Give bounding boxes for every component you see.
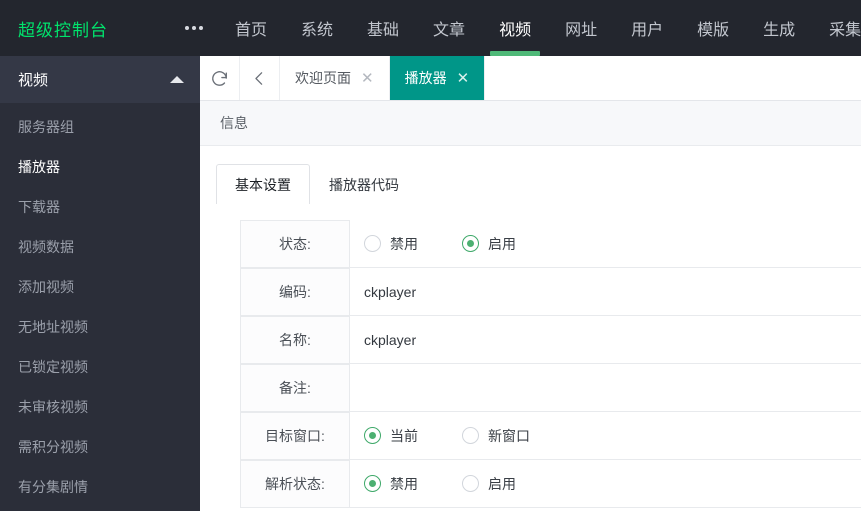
radio-icon — [462, 427, 479, 444]
radio-parse-enabled[interactable]: 启用 — [462, 474, 516, 494]
sidebar-item-episode-plot[interactable]: 有分集剧情 — [0, 467, 200, 507]
radio-group-target-window: 当前 新窗口 — [364, 426, 530, 446]
sidebar-item-unreviewed-video[interactable]: 未审核视频 — [0, 387, 200, 427]
form-value-parse-status: 禁用 启用 — [350, 460, 861, 507]
sidebar-item-add-video[interactable]: 添加视频 — [0, 267, 200, 307]
radio-label: 启用 — [488, 235, 516, 252]
tab-player-code[interactable]: 播放器代码 — [310, 164, 418, 204]
radio-icon — [364, 235, 381, 252]
page-tab-player[interactable]: 播放器 ✕ — [389, 56, 486, 100]
settings-tabs: 基本设置 播放器代码 — [216, 164, 861, 204]
page-tab-welcome[interactable]: 欢迎页面 ✕ — [280, 56, 390, 100]
form-value-target-window: 当前 新窗口 — [350, 412, 861, 459]
form-row-parse-status: 解析状态: 禁用 启用 — [240, 460, 861, 508]
sidebar: 视频 服务器组 播放器 下载器 视频数据 添加视频 无地址视频 已锁定视频 未审… — [0, 56, 200, 511]
form-row-name: 名称: ckplayer — [240, 316, 861, 364]
nav-item-home[interactable]: 首页 — [218, 0, 284, 56]
chevron-left-icon[interactable] — [240, 56, 280, 100]
player-settings-form: 状态: 禁用 启用 编码: ckplayer 名称: ckplayer 备注: … — [216, 220, 861, 508]
page-tab-label: 播放器 — [404, 70, 447, 86]
sidebar-menu: 服务器组 播放器 下载器 视频数据 添加视频 无地址视频 已锁定视频 未审核视频… — [0, 103, 200, 507]
sidebar-group-label: 视频 — [18, 72, 49, 89]
form-row-code: 编码: ckplayer — [240, 268, 861, 316]
radio-target-current[interactable]: 当前 — [364, 426, 418, 446]
caret-up-icon[interactable] — [170, 76, 184, 83]
form-label-parse-status: 解析状态: — [240, 460, 350, 507]
page-tab-label: 欢迎页面 — [295, 70, 351, 86]
radio-label: 新窗口 — [488, 427, 530, 444]
sidebar-item-locked-video[interactable]: 已锁定视频 — [0, 347, 200, 387]
app-logo[interactable]: 超级控制台 — [0, 0, 170, 56]
radio-label: 禁用 — [390, 235, 418, 252]
admin-console-window: 01 ckplayer ckplayer 启用 禁用 当前 — [0, 0, 861, 511]
radio-parse-disabled[interactable]: 禁用 — [364, 474, 418, 494]
nav-item-system[interactable]: 系统 — [284, 0, 350, 56]
radio-icon — [462, 475, 479, 492]
nav-item-collect[interactable]: 采集 — [812, 0, 861, 56]
nav-item-video[interactable]: 视频 — [482, 0, 548, 56]
form-label-status: 状态: — [240, 220, 350, 267]
sidebar-item-video-data[interactable]: 视频数据 — [0, 227, 200, 267]
radio-target-new-window[interactable]: 新窗口 — [462, 426, 530, 446]
form-row-status: 状态: 禁用 启用 — [240, 220, 861, 268]
nav-item-basic[interactable]: 基础 — [350, 0, 416, 56]
page-tab-strip: 欢迎页面 ✕ 播放器 ✕ — [200, 56, 861, 101]
content-body: 基本设置 播放器代码 状态: 禁用 启用 编码: ckplayer 名称: ck… — [200, 146, 861, 508]
nav-item-generate[interactable]: 生成 — [746, 0, 812, 56]
form-label-remark: 备注: — [240, 364, 350, 411]
radio-label: 当前 — [390, 427, 418, 444]
radio-icon — [462, 235, 479, 252]
breadcrumb: 信息 — [200, 101, 861, 146]
nav-item-user[interactable]: 用户 — [614, 0, 680, 56]
radio-label: 禁用 — [390, 475, 418, 492]
radio-status-disabled[interactable]: 禁用 — [364, 234, 418, 254]
form-value-status: 禁用 启用 — [350, 220, 861, 267]
radio-status-enabled[interactable]: 启用 — [462, 234, 516, 254]
radio-group-parse-status: 禁用 启用 — [364, 474, 516, 494]
radio-label: 启用 — [488, 475, 516, 492]
main-nav: 首页 系统 基础 文章 视频 网址 用户 模版 生成 采集 数 — [218, 0, 861, 56]
sidebar-group-video[interactable]: 视频 — [0, 56, 200, 103]
form-value-remark[interactable] — [350, 364, 861, 411]
radio-group-status: 禁用 启用 — [364, 234, 516, 254]
ellipsis-icon[interactable] — [170, 0, 218, 56]
ellipsis-dot — [192, 26, 196, 30]
nav-item-template[interactable]: 模版 — [680, 0, 746, 56]
nav-item-article[interactable]: 文章 — [416, 0, 482, 56]
content-pane: 欢迎页面 ✕ 播放器 ✕ 信息 基本设置 播放器代码 状态: 禁用 启用 编码:… — [200, 56, 861, 511]
tab-basic-settings[interactable]: 基本设置 — [216, 164, 310, 204]
form-value-name[interactable]: ckplayer — [350, 316, 861, 363]
form-row-remark: 备注: — [240, 364, 861, 412]
sidebar-item-server-group[interactable]: 服务器组 — [0, 107, 200, 147]
close-icon[interactable]: ✕ — [361, 71, 374, 86]
top-header: 超级控制台 首页 系统 基础 文章 视频 网址 用户 模版 生成 采集 数 — [0, 0, 861, 56]
form-value-code[interactable]: ckplayer — [350, 268, 861, 315]
refresh-icon[interactable] — [200, 56, 240, 100]
ellipsis-dot — [185, 26, 189, 30]
sidebar-item-player[interactable]: 播放器 — [0, 147, 200, 187]
radio-icon — [364, 427, 381, 444]
form-label-code: 编码: — [240, 268, 350, 315]
close-icon[interactable]: ✕ — [457, 71, 470, 86]
sidebar-item-points-video[interactable]: 需积分视频 — [0, 427, 200, 467]
breadcrumb-label: 信息 — [220, 115, 248, 131]
sidebar-item-no-url-video[interactable]: 无地址视频 — [0, 307, 200, 347]
ellipsis-dot — [199, 26, 203, 30]
nav-item-url[interactable]: 网址 — [548, 0, 614, 56]
form-row-target-window: 目标窗口: 当前 新窗口 — [240, 412, 861, 460]
sidebar-item-downloader[interactable]: 下载器 — [0, 187, 200, 227]
radio-icon — [364, 475, 381, 492]
form-label-name: 名称: — [240, 316, 350, 363]
form-label-target-window: 目标窗口: — [240, 412, 350, 459]
